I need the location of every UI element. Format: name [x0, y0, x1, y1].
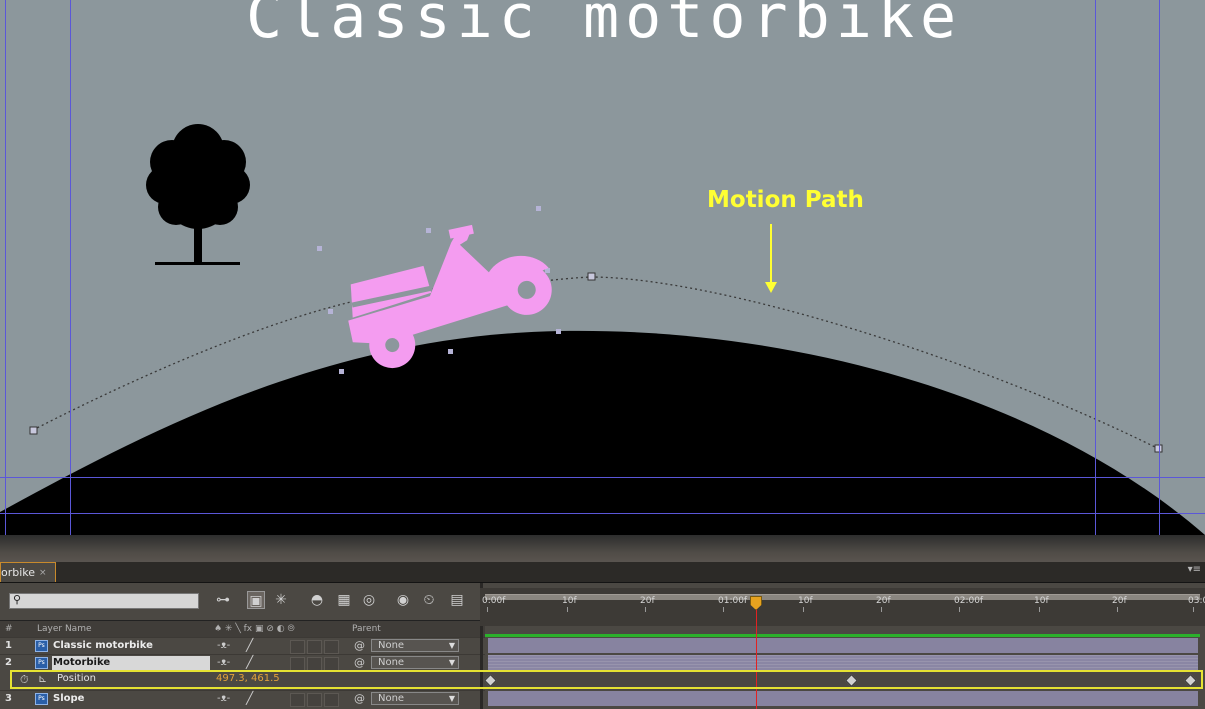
- current-time-line: [756, 596, 757, 709]
- brainstorm-icon[interactable]: ◉: [394, 591, 412, 609]
- col-switches[interactable]: ♠ ✳ ╲ fx ▣ ⊘ ◐ ⦾: [214, 624, 295, 634]
- motion-path-arrow: [765, 224, 777, 293]
- guide-line: [1159, 0, 1160, 535]
- quality-switch-icon[interactable]: ╱: [246, 638, 253, 652]
- ruler-tick-mark: [487, 607, 488, 612]
- ruler-tick-label: 10f: [798, 596, 813, 606]
- quality-switch-icon[interactable]: ╱: [246, 655, 253, 669]
- guide-line: [0, 513, 1205, 514]
- quality-switch-icon[interactable]: ╱: [246, 691, 253, 705]
- composition-viewer[interactable]: Classic motorbike Motion Path: [0, 0, 1205, 535]
- live-update-icon[interactable]: ▣: [247, 591, 265, 609]
- timeline-tab-label: orbike: [1, 565, 36, 579]
- shy-switch-icon[interactable]: -ᴥ-: [217, 640, 230, 651]
- photoshop-layer-icon: Ps: [35, 693, 48, 705]
- parent-dropdown[interactable]: None ▼: [371, 692, 459, 705]
- auto-keyframe-icon[interactable]: ⏲: [420, 591, 438, 609]
- ruler-tick-mark: [1117, 607, 1118, 612]
- col-num: #: [5, 624, 13, 634]
- work-area-bar[interactable]: [485, 594, 1200, 600]
- ruler-tick-mark: [959, 607, 960, 612]
- guide-line: [1095, 0, 1096, 535]
- layer-switch-boxes[interactable]: [290, 693, 339, 707]
- ruler-tick-label: 10f: [562, 596, 577, 606]
- pick-whip-icon[interactable]: @: [354, 692, 365, 705]
- shy-layers-icon[interactable]: ◓: [308, 591, 326, 609]
- ruler-tick-label: 10f: [1034, 596, 1049, 606]
- layer-row[interactable]: 2 Ps Motorbike -ᴥ- ╱ @ None ▼: [0, 654, 485, 671]
- ruler-tick-label: 20f: [1112, 596, 1127, 606]
- ruler-tick-mark: [645, 607, 646, 612]
- ruler-tick-label: 02:00f: [954, 596, 984, 606]
- ruler-tick-label: 0:00f: [482, 596, 506, 606]
- layer-bar-2[interactable]: [488, 655, 1198, 670]
- time-ruler[interactable]: [480, 588, 1205, 626]
- tab-close-icon[interactable]: ×: [39, 563, 47, 583]
- parent-dropdown[interactable]: None ▼: [371, 656, 459, 669]
- panel-menu-icon[interactable]: ▾≡: [1188, 564, 1201, 575]
- frame-blending-icon[interactable]: ▦: [335, 591, 353, 609]
- layer-name[interactable]: Slope: [53, 693, 84, 704]
- layer-bar-3[interactable]: [488, 691, 1198, 706]
- layer-search-input[interactable]: ⚲: [9, 593, 199, 609]
- guide-line: [70, 0, 71, 535]
- layer-name[interactable]: Motorbike: [53, 657, 110, 668]
- guide-line: [5, 0, 6, 535]
- pick-whip-icon[interactable]: @: [354, 656, 365, 669]
- panel-gutter: [0, 535, 1205, 563]
- ruler-tick-mark: [881, 607, 882, 612]
- layer-bar-1[interactable]: [488, 638, 1198, 653]
- timeline-area[interactable]: 0:00f 10f 20f 01:00f 10f 20f 02:00f 10f 20f 03:0: [480, 582, 1205, 709]
- shy-switch-icon[interactable]: -ᴥ-: [217, 693, 230, 704]
- composition-canvas: [0, 124, 1205, 535]
- layer-switch-boxes[interactable]: [290, 657, 339, 671]
- slope-layer[interactable]: [0, 330, 1205, 535]
- ruler-tick-mark: [803, 607, 804, 612]
- layer-duration-bar: [485, 634, 1200, 637]
- ruler-tick-mark: [567, 607, 568, 612]
- search-icon: ⚲: [13, 593, 22, 606]
- layer-name[interactable]: Classic motorbike: [53, 640, 153, 651]
- draft-3d-icon[interactable]: ✳: [272, 591, 290, 609]
- layer-number: 1: [5, 640, 12, 651]
- timeline-panel: orbike × ▾≡ ⚲ ⊶ ▣ ✳ ◓ ▦ ◎ ◉ ⏲ ▤ # Layer …: [0, 562, 1205, 709]
- ruler-tick-label: 20f: [640, 596, 655, 606]
- ruler-tick-mark: [1039, 607, 1040, 612]
- layer-row[interactable]: 3 Ps Slope -ᴥ- ╱ @ None ▼: [0, 690, 485, 707]
- tree-graphic: [146, 124, 250, 265]
- ruler-tick-mark: [723, 607, 724, 612]
- ruler-tick-mark: [1193, 607, 1194, 612]
- parent-dropdown[interactable]: None ▼: [371, 639, 459, 652]
- layer-switch-boxes[interactable]: [290, 640, 339, 654]
- ruler-tick-label: 20f: [876, 596, 891, 606]
- position-highlight-box: [10, 670, 1203, 689]
- layer-row[interactable]: 1 Ps Classic motorbike -ᴥ- ╱ @ None ▼: [0, 637, 485, 654]
- layer-number: 2: [5, 657, 12, 668]
- col-parent[interactable]: Parent: [352, 624, 381, 634]
- ruler-tick-label: 03:0: [1188, 596, 1205, 606]
- comp-title-text-layer[interactable]: Classic motorbike: [246, 0, 962, 52]
- motion-blur-icon[interactable]: ◎: [360, 591, 378, 609]
- layer-number: 3: [5, 693, 12, 704]
- timeline-tab[interactable]: orbike ×: [0, 562, 56, 582]
- photoshop-layer-icon: Ps: [35, 640, 48, 652]
- motion-path-annotation: Motion Path: [707, 187, 864, 213]
- shy-switch-icon[interactable]: -ᴥ-: [217, 657, 230, 668]
- col-layer-name[interactable]: Layer Name: [37, 624, 92, 634]
- comp-mini-flowchart-icon[interactable]: ⊶: [210, 591, 236, 609]
- photoshop-layer-icon: Ps: [35, 657, 48, 669]
- guide-line: [0, 477, 1205, 478]
- ruler-tick-label: 01:00f: [718, 596, 748, 606]
- timeline-tabbar: orbike × ▾≡: [0, 562, 1205, 583]
- pick-whip-icon[interactable]: @: [354, 639, 365, 652]
- graph-editor-icon[interactable]: ▤: [446, 591, 468, 609]
- layer-column-header: # Layer Name ♠ ✳ ╲ fx ▣ ⊘ ◐ ⦾ Parent: [0, 620, 485, 637]
